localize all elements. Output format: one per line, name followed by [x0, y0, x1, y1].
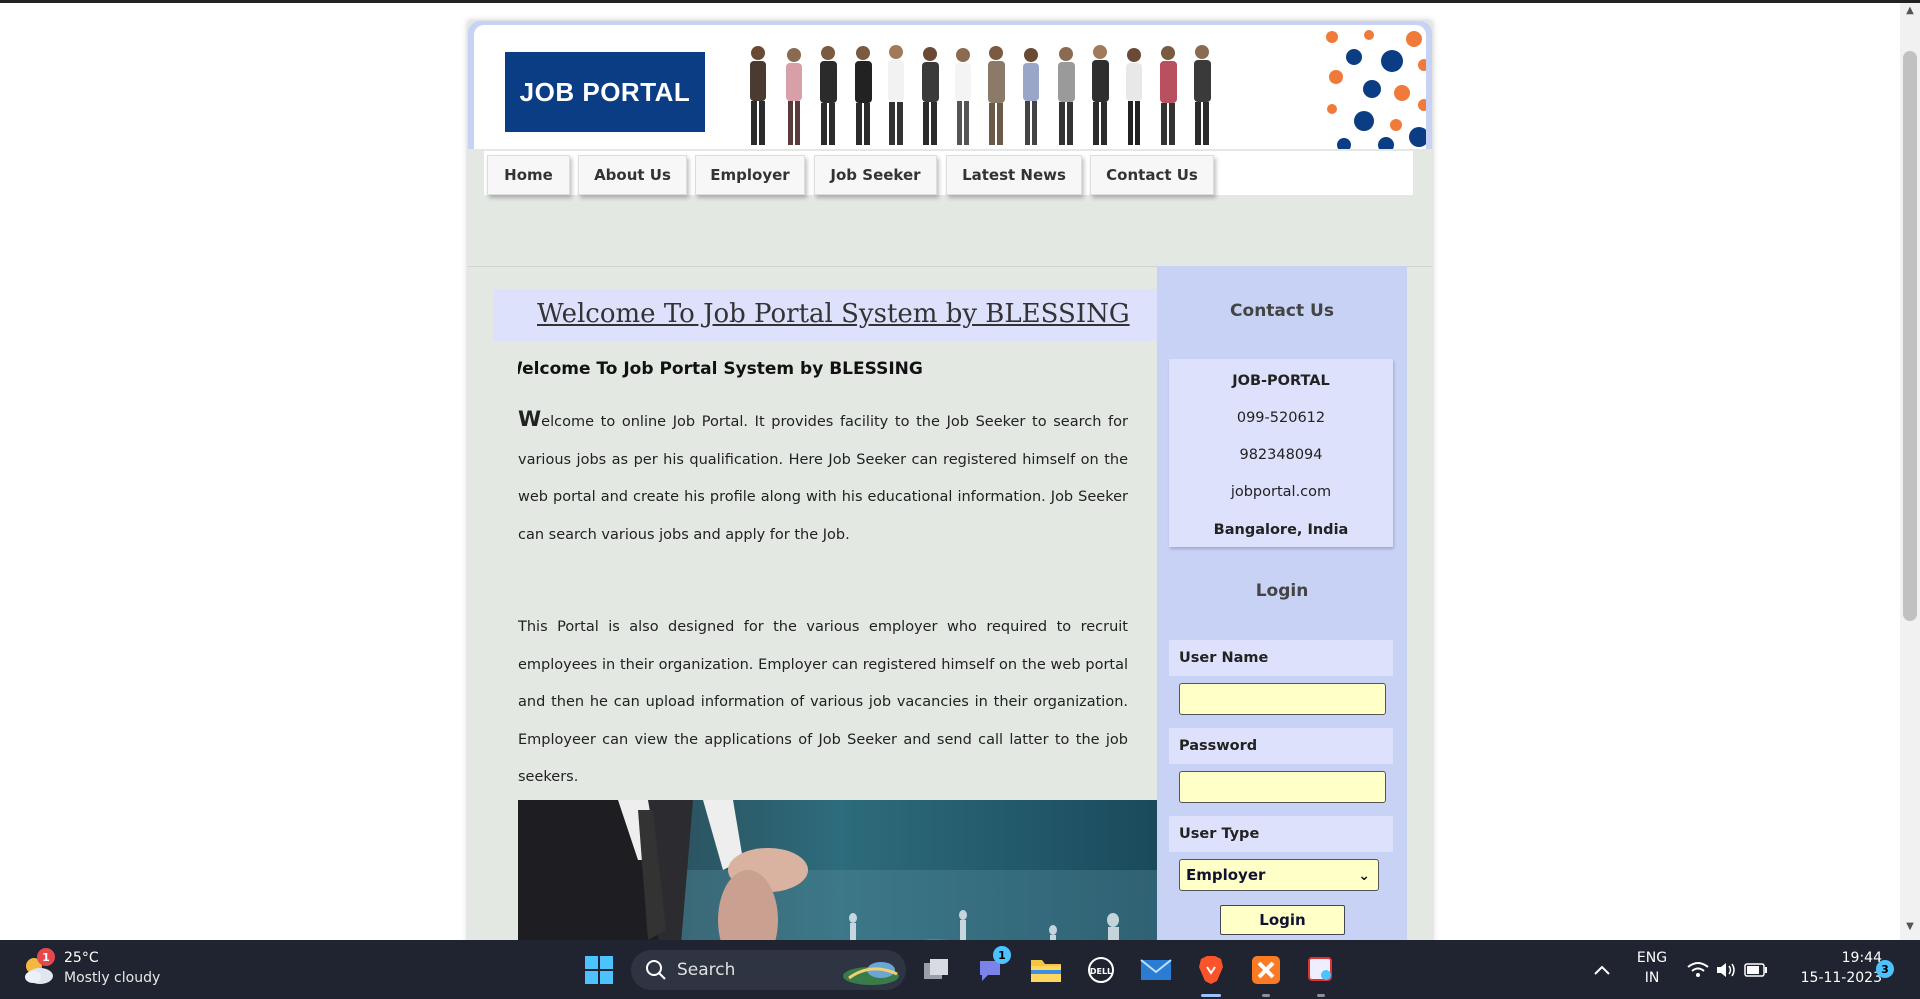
running-app-indicator-2 [1317, 994, 1325, 997]
language-region[interactable]: IN [1630, 970, 1674, 986]
nav-latest-news[interactable]: Latest News [946, 155, 1082, 195]
windows-start-icon[interactable] [581, 952, 617, 988]
dell-icon[interactable]: DELL [1083, 952, 1119, 988]
search-label: Search [677, 960, 736, 980]
people-banner-image [750, 45, 1211, 145]
brave-browser-icon[interactable] [1193, 952, 1229, 988]
mail-icon[interactable] [1138, 952, 1174, 988]
businessman-hero-image [518, 800, 1158, 940]
usertype-select[interactable]: Employer ⌄ [1179, 859, 1379, 891]
scrollbar-thumb[interactable] [1903, 51, 1917, 621]
decorative-dots-image [1326, 30, 1426, 149]
welcome-title-link[interactable]: Welcome To Job Portal System by BLESSING [537, 299, 1130, 329]
employer-paragraph: This Portal is also designed for the var… [518, 619, 1128, 785]
username-input[interactable] [1179, 683, 1386, 715]
header-banner: JOB PORTAL [474, 25, 1426, 149]
teams-badge: 1 [993, 946, 1011, 964]
contact-location: Bangalore, India [1213, 522, 1349, 538]
login-button[interactable]: Login [1220, 905, 1345, 935]
usertype-selected-value: Employer [1186, 866, 1266, 884]
contact-phone-2: 982348094 [1239, 447, 1323, 463]
battery-icon[interactable] [1738, 952, 1774, 988]
marquee-text: Welcome To Job Portal System by BLESSING [518, 359, 923, 379]
login-form: User Name Password User Type Employer ⌄ … [1169, 638, 1393, 940]
password-input[interactable] [1179, 771, 1386, 803]
site-container: JOB PORTAL Home About Us Employer Job Se… [468, 21, 1432, 940]
weather-description: Mostly cloudy [64, 970, 161, 986]
intro-paragraph: Welcome to online Job Portal. It provide… [518, 401, 1128, 554]
file-explorer-icon[interactable] [1028, 952, 1064, 988]
header-band [468, 209, 1432, 267]
task-view-icon[interactable] [918, 952, 954, 988]
running-app-indicator [1262, 994, 1270, 997]
nav-home[interactable]: Home [487, 155, 570, 195]
notification-badge[interactable]: 3 [1876, 960, 1894, 978]
contact-phone-1: 099-520612 [1236, 410, 1326, 426]
weather-widget[interactable]: 1 25°C Mostly cloudy [20, 948, 170, 992]
welcome-bar: Welcome To Job Portal System by BLESSING [493, 289, 1158, 341]
site-header: JOB PORTAL [468, 21, 1432, 149]
contact-heading: Contact Us [1230, 301, 1334, 321]
contact-company: JOB-PORTAL [1232, 373, 1330, 389]
clock-time[interactable]: 19:44 [1782, 950, 1882, 966]
contact-box: JOB-PORTAL 099-520612 982348094 jobporta… [1169, 359, 1393, 547]
active-app-indicator [1201, 994, 1221, 997]
snipping-tool-icon[interactable] [1303, 952, 1339, 988]
browser-viewport: JOB PORTAL Home About Us Employer Job Se… [0, 3, 1920, 940]
page-scrollbar[interactable]: ▲ ▼ [1900, 3, 1920, 940]
scroll-up-icon[interactable]: ▲ [1900, 5, 1920, 21]
nav-employer[interactable]: Employer [695, 155, 805, 195]
contact-website: jobportal.com [1230, 484, 1332, 500]
weather-temperature: 25°C [64, 950, 99, 966]
site-logo[interactable]: JOB PORTAL [505, 52, 705, 132]
chevron-up-icon[interactable] [1584, 952, 1620, 988]
nav-job-seeker[interactable]: Job Seeker [814, 155, 937, 195]
svg-text:DELL: DELL [1090, 967, 1112, 976]
main-navigation: Home About Us Employer Job Seeker Latest… [468, 149, 1432, 209]
password-label: Password [1169, 728, 1393, 764]
clock-date[interactable]: 15-11-2023 [1782, 970, 1882, 986]
username-label: User Name [1169, 640, 1393, 676]
login-heading: Login [1255, 581, 1309, 601]
chevron-down-icon: ⌄ [1358, 868, 1370, 884]
teams-chat-icon[interactable]: 1 [973, 946, 1011, 988]
search-icon [646, 960, 666, 980]
main-content: Welcome To Job Portal System by BLESSING… [493, 289, 1158, 940]
weather-badge: 1 [37, 948, 55, 966]
scroll-down-icon[interactable]: ▼ [1900, 921, 1920, 937]
sidebar: Contact Us JOB-PORTAL 099-520612 9823480… [1157, 266, 1407, 940]
usertype-label: User Type [1169, 816, 1393, 852]
taskbar-search[interactable]: Search [631, 950, 906, 990]
welcome-marquee: Welcome To Job Portal System by BLESSING [518, 359, 1138, 379]
windows-taskbar: 1 25°C Mostly cloudy Search 1 DELL ENG I… [0, 940, 1920, 999]
drop-cap: W [518, 407, 542, 431]
intro-paragraph-text: elcome to online Job Portal. It provides… [518, 414, 1128, 543]
nav-about-us[interactable]: About Us [578, 155, 687, 195]
search-highlight-image [843, 962, 899, 985]
language-code[interactable]: ENG [1630, 950, 1674, 966]
xampp-icon[interactable] [1248, 952, 1284, 988]
nav-contact-us[interactable]: Contact Us [1090, 155, 1214, 195]
